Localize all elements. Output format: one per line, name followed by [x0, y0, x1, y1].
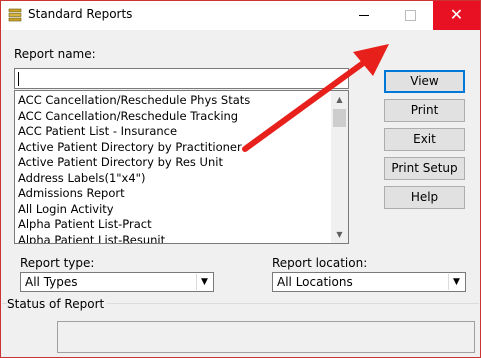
print-setup-button-label: Print Setup: [391, 161, 458, 175]
minimize-button[interactable]: [342, 1, 387, 30]
report-location-label: Report location:: [272, 256, 368, 270]
help-button-label: Help: [410, 190, 439, 204]
print-button-label: Print: [410, 103, 439, 117]
title-bar[interactable]: Standard Reports ✕: [1, 1, 480, 30]
standard-reports-window: Standard Reports ✕ Report name: ACC Canc…: [0, 0, 481, 358]
close-icon: ✕: [449, 5, 464, 24]
list-item[interactable]: Active Patient Directory by Res Unit: [18, 155, 330, 171]
list-item[interactable]: ACC Cancellation/Reschedule Tracking: [18, 109, 330, 125]
chevron-down-icon[interactable]: ▼: [448, 274, 464, 290]
list-item[interactable]: Alpha Patient List-Resunit: [18, 233, 330, 244]
report-location-select[interactable]: All Locations ▼: [272, 272, 466, 292]
print-button[interactable]: Print: [384, 99, 465, 122]
exit-button-label: Exit: [413, 132, 436, 146]
list-item[interactable]: Admissions Report: [18, 186, 330, 202]
list-item[interactable]: Address Labels(1"x4"): [18, 171, 330, 187]
list-item[interactable]: ACC Cancellation/Reschedule Phys Stats: [18, 93, 330, 109]
report-listbox[interactable]: ACC Cancellation/Reschedule Phys Stats AC…: [14, 90, 349, 244]
list-scrollbar[interactable]: ▲ ▼: [331, 91, 348, 243]
report-stack-icon: [8, 8, 22, 22]
chevron-up-icon[interactable]: ▲: [331, 91, 348, 108]
status-field: [57, 321, 475, 353]
report-location-value: All Locations: [277, 275, 353, 289]
exit-button[interactable]: Exit: [384, 128, 465, 151]
report-list-items: ACC Cancellation/Reschedule Phys Stats AC…: [18, 93, 330, 244]
report-type-value: All Types: [25, 275, 78, 289]
list-item[interactable]: Alpha Patient List-Pract: [18, 217, 330, 233]
chevron-down-icon[interactable]: ▼: [196, 274, 212, 290]
close-button[interactable]: ✕: [433, 1, 480, 30]
maximize-button[interactable]: [387, 1, 433, 30]
window-title: Standard Reports: [28, 7, 133, 21]
chevron-down-icon[interactable]: ▼: [331, 226, 348, 243]
report-type-select[interactable]: All Types ▼: [20, 272, 214, 292]
text-caret: [18, 72, 19, 86]
list-item[interactable]: ACC Patient List - Insurance: [18, 124, 330, 140]
view-button-label: View: [410, 74, 439, 88]
status-of-report-label: Status of Report: [7, 297, 108, 311]
help-button[interactable]: Help: [384, 186, 465, 209]
report-name-input[interactable]: [14, 68, 349, 89]
list-item[interactable]: All Login Activity: [18, 202, 330, 218]
report-type-label: Report type:: [20, 256, 95, 270]
scrollbar-thumb[interactable]: [333, 109, 346, 127]
report-name-label: Report name:: [14, 47, 96, 61]
print-setup-button[interactable]: Print Setup: [384, 157, 465, 180]
list-item[interactable]: Active Patient Directory by Practitioner: [18, 140, 330, 156]
view-button[interactable]: View: [384, 70, 465, 93]
